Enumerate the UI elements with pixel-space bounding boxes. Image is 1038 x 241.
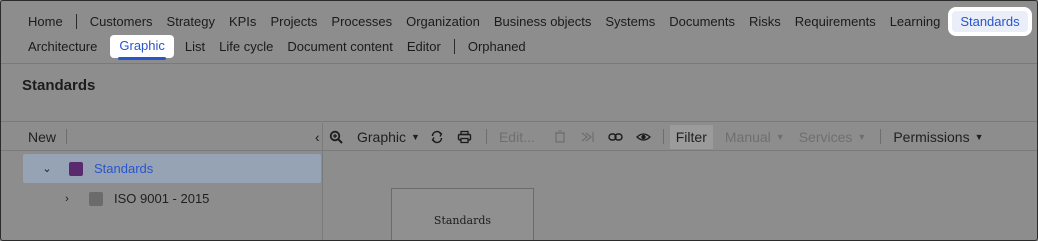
chevron-down-icon[interactable]: ⌄ bbox=[39, 162, 55, 175]
tab-architecture[interactable]: Architecture bbox=[21, 36, 104, 57]
tab-list[interactable]: List bbox=[178, 36, 212, 57]
tab-editor[interactable]: Editor bbox=[400, 36, 448, 57]
services-dropdown-label: Services bbox=[798, 128, 853, 145]
tree-toolbar: New bbox=[1, 123, 322, 150]
graphic-dropdown[interactable]: Graphic ▼ bbox=[351, 129, 426, 145]
tree-item-label[interactable]: Standards bbox=[94, 161, 153, 176]
nav-risks[interactable]: Risks bbox=[742, 11, 788, 32]
diagram-node-label: Standards bbox=[433, 214, 492, 227]
collapse-panel-icon[interactable]: ‹ bbox=[315, 129, 320, 145]
toolbar-separator bbox=[485, 129, 487, 144]
services-dropdown[interactable]: Services ▼ bbox=[793, 129, 873, 145]
tab-graphic[interactable]: Graphic bbox=[110, 34, 174, 60]
tab-life-cycle[interactable]: Life cycle bbox=[212, 36, 280, 57]
nav-organization[interactable]: Organization bbox=[399, 11, 487, 32]
permissions-dropdown-label: Permissions bbox=[893, 128, 970, 145]
tree-item-label[interactable]: ISO 9001 - 2015 bbox=[114, 191, 209, 206]
app-window: Home Customers Strategy KPIs Projects Pr… bbox=[0, 0, 1038, 241]
nav-systems[interactable]: Systems bbox=[598, 11, 662, 32]
new-button[interactable]: New bbox=[28, 129, 56, 145]
nav-home[interactable]: Home bbox=[21, 11, 70, 32]
chevron-right-icon[interactable]: › bbox=[59, 193, 75, 205]
permissions-dropdown[interactable]: Permissions ▼ bbox=[887, 129, 989, 145]
graphic-toolbar: Graphic ▼ Edit... Filter Manual ▼ Servic… bbox=[323, 123, 990, 150]
eye-icon[interactable] bbox=[633, 126, 655, 148]
nav-customers[interactable]: Customers bbox=[83, 11, 160, 32]
page-title: Standards bbox=[22, 77, 96, 94]
nav-documents[interactable]: Documents bbox=[662, 11, 742, 32]
chevron-down-icon: ▼ bbox=[775, 131, 785, 142]
toolbar-separator bbox=[662, 129, 664, 144]
zoom-icon[interactable] bbox=[325, 126, 347, 148]
nav-processes[interactable]: Processes bbox=[324, 11, 399, 32]
manual-dropdown[interactable]: Manual ▼ bbox=[719, 129, 791, 145]
refresh-icon[interactable] bbox=[426, 126, 448, 148]
link-icon[interactable] bbox=[605, 126, 627, 148]
nav-requirements[interactable]: Requirements bbox=[788, 11, 883, 32]
main-nav: Home Customers Strategy KPIs Projects Pr… bbox=[21, 9, 1037, 33]
tree-item-standards[interactable]: ⌄ Standards bbox=[23, 154, 321, 183]
nav-kpis[interactable]: KPIs bbox=[222, 11, 263, 32]
nav-projects[interactable]: Projects bbox=[263, 11, 324, 32]
nav-learning[interactable]: Learning bbox=[883, 11, 948, 32]
tree-item-iso-9001[interactable]: › ISO 9001 - 2015 bbox=[23, 184, 321, 213]
manual-dropdown-label: Manual bbox=[724, 128, 771, 145]
divider bbox=[1, 150, 1037, 151]
divider bbox=[1, 63, 1037, 64]
graphic-dropdown-label: Graphic bbox=[357, 128, 407, 145]
sub-nav: Architecture Graphic List Life cycle Doc… bbox=[21, 34, 533, 60]
nav-standards[interactable]: Standards bbox=[952, 10, 1028, 32]
nav-separator bbox=[453, 38, 455, 54]
nav-strategy[interactable]: Strategy bbox=[160, 11, 222, 32]
nav-separator bbox=[75, 13, 77, 29]
diagram-node[interactable]: Standards bbox=[391, 188, 534, 240]
chevron-down-icon: ▼ bbox=[974, 131, 984, 142]
edit-button[interactable]: Edit... bbox=[493, 129, 541, 145]
chevron-down-icon: ▼ bbox=[411, 131, 420, 142]
filter-button[interactable]: Filter bbox=[669, 124, 713, 149]
delete-icon[interactable] bbox=[549, 126, 571, 148]
divider bbox=[1, 121, 1037, 122]
item-color-icon bbox=[89, 191, 103, 206]
move-icon[interactable] bbox=[577, 126, 599, 148]
tab-orphaned[interactable]: Orphaned bbox=[461, 36, 533, 57]
tab-document-content[interactable]: Document content bbox=[280, 36, 400, 57]
print-icon[interactable] bbox=[454, 126, 476, 148]
toolbar-separator bbox=[66, 129, 68, 144]
folder-color-icon bbox=[69, 161, 83, 176]
chevron-down-icon: ▼ bbox=[857, 131, 867, 142]
nav-business-objects[interactable]: Business objects bbox=[487, 11, 599, 32]
toolbar-separator bbox=[880, 129, 882, 144]
